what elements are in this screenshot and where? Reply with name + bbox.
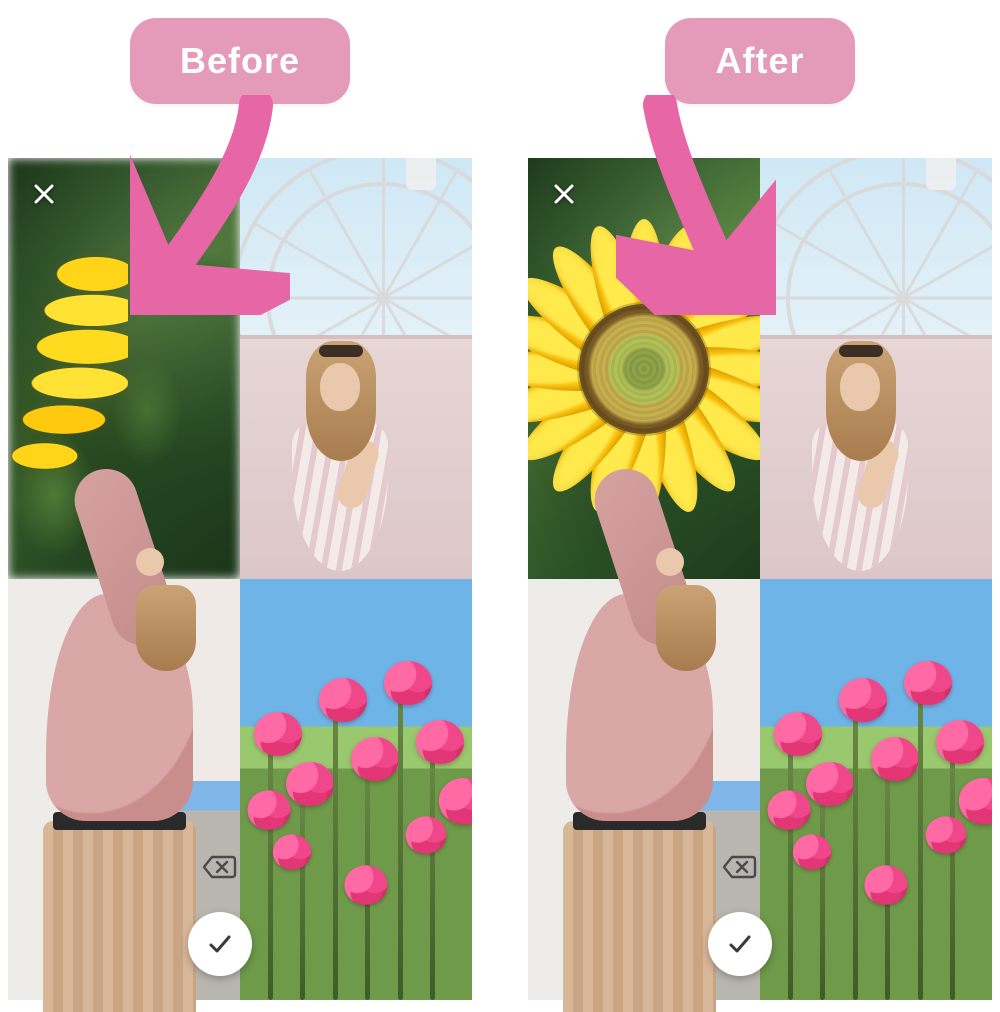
photo-grid-before	[8, 158, 472, 1000]
grid-cell-ferris[interactable]	[760, 158, 992, 579]
grid-cell-sweater[interactable]	[528, 579, 760, 1000]
confirm-check-icon[interactable]	[188, 912, 252, 976]
action-buttons	[708, 842, 772, 976]
flower-field	[760, 579, 992, 1000]
woman-pink-sweater	[36, 557, 203, 1012]
flower-field	[240, 579, 472, 1000]
grid-cell-sweater[interactable]	[8, 579, 240, 1000]
confirm-check-icon[interactable]	[708, 912, 772, 976]
close-icon[interactable]	[28, 178, 60, 210]
woman-sitting	[792, 311, 912, 561]
delete-backspace-icon[interactable]	[715, 842, 765, 892]
photo-grid-after	[528, 158, 992, 1000]
panel-after: After	[528, 0, 992, 1000]
panel-before: Before	[8, 0, 472, 1000]
action-buttons	[188, 842, 252, 976]
close-icon[interactable]	[548, 178, 580, 210]
delete-backspace-icon[interactable]	[195, 842, 245, 892]
woman-sitting	[272, 311, 392, 561]
woman-pink-sweater	[556, 557, 723, 1012]
label-before: Before	[130, 18, 350, 104]
grid-cell-flowers[interactable]	[240, 579, 472, 1000]
grid-cell-flowers[interactable]	[760, 579, 992, 1000]
label-after: After	[665, 18, 854, 104]
grid-cell-ferris[interactable]	[240, 158, 472, 579]
